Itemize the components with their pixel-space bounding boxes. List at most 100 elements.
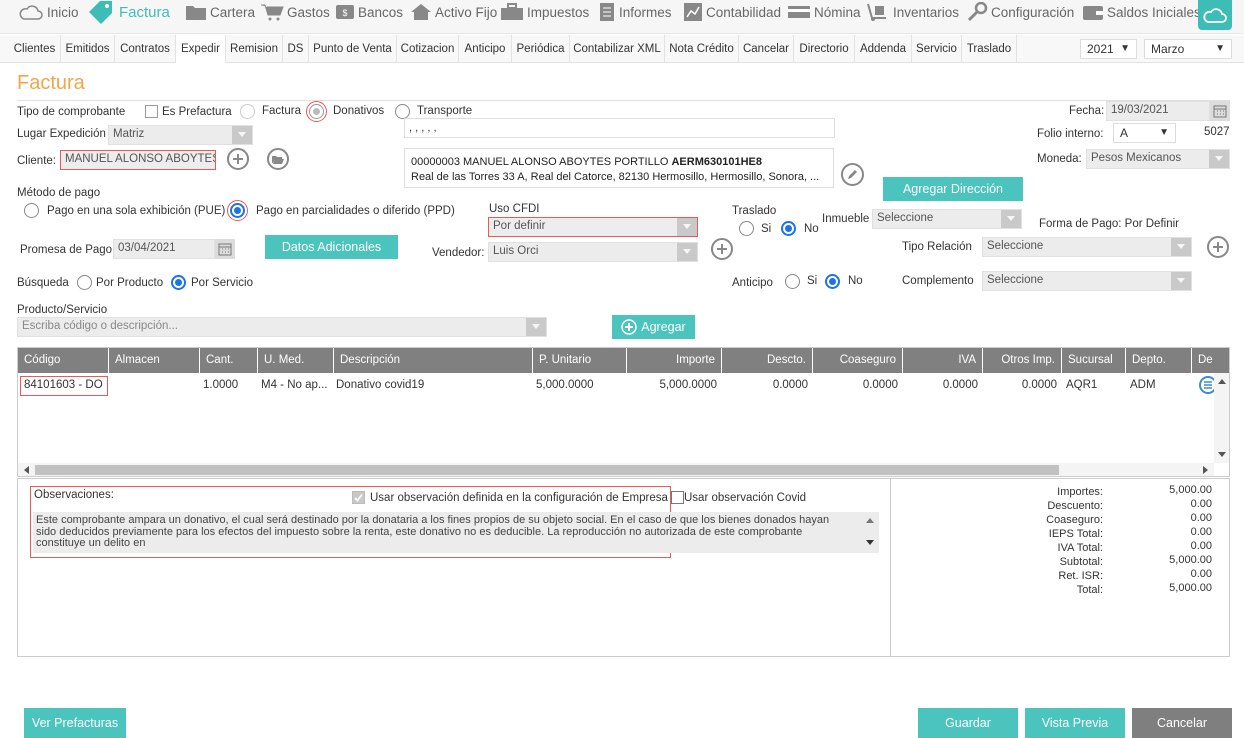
add-relacion-button[interactable] (1207, 236, 1229, 258)
observaciones-textarea[interactable]: Este comprobante ampara un donativo, el … (33, 512, 879, 553)
nav-gastos[interactable]: Gastos (260, 2, 330, 22)
tipo-relacion-select[interactable]: Seleccione (982, 237, 1192, 257)
open-client-button[interactable] (267, 148, 289, 170)
cloud-sync-button[interactable] (1198, 0, 1232, 30)
tab-directorio[interactable]: Directorio (794, 35, 855, 63)
tab-expedir[interactable]: Expedir (176, 35, 226, 63)
por-servicio-label: Por Servicio (191, 277, 253, 289)
col-sucursal[interactable]: Sucursal (1062, 348, 1126, 373)
add-vendedor-button[interactable] (711, 238, 733, 260)
inmueble-select[interactable]: Seleccione (872, 209, 1022, 229)
col-otros-imp[interactable]: Otros Imp. (983, 348, 1062, 373)
scroll-thumb[interactable] (35, 465, 1059, 475)
add-client-button[interactable] (227, 148, 249, 170)
donativos-radio[interactable] (309, 104, 324, 119)
es-prefactura-checkbox[interactable] (145, 105, 158, 118)
moneda-select[interactable]: Pesos Mexicanos (1086, 149, 1230, 169)
por-servicio-radio[interactable] (171, 275, 186, 290)
datos-adicionales-button[interactable]: Datos Adicionales (265, 235, 398, 259)
tab-clientes[interactable]: Clientes (9, 35, 61, 63)
nav-inicio[interactable]: Inicio (18, 2, 79, 22)
nav-factura[interactable]: Factura (86, 1, 170, 24)
usar-empresa-checkbox[interactable] (352, 491, 365, 504)
col-importe[interactable]: Importe (627, 348, 722, 373)
col-cant[interactable]: Cant. (200, 348, 258, 373)
check-icon (354, 493, 363, 502)
row-codigo-cell[interactable]: 84101603 - DO (20, 376, 108, 396)
tab-emitidos[interactable]: Emitidos (61, 35, 115, 63)
grid-vscrollbar[interactable] (1214, 373, 1229, 463)
anticipo-no-radio[interactable] (825, 274, 840, 289)
nav-configuracion[interactable]: Configuración (966, 2, 1074, 22)
tab-nota-credito[interactable]: Nota Crédito (665, 35, 739, 63)
por-producto-radio[interactable] (77, 275, 92, 290)
tab-traslado[interactable]: Traslado (962, 35, 1017, 63)
promesa-pago-input[interactable]: 03/04/2021 (113, 239, 215, 259)
nav-cartera[interactable]: Cartera (185, 2, 255, 22)
tab-cancelar[interactable]: Cancelar (739, 35, 794, 63)
tab-servicio[interactable]: Servicio (912, 35, 962, 63)
col-descto[interactable]: Descto. (722, 348, 813, 373)
list-icon (1204, 381, 1212, 389)
nav-informes[interactable]: Informes (598, 2, 672, 22)
col-umed[interactable]: U. Med. (258, 348, 334, 373)
vendedor-select[interactable]: Luis Orci (488, 242, 698, 262)
col-iva[interactable]: IVA (903, 348, 983, 373)
year-select[interactable]: 2021 ▼ (1080, 39, 1137, 59)
usar-covid-checkbox[interactable] (671, 491, 684, 504)
vista-previa-button[interactable]: Vista Previa (1025, 708, 1125, 738)
nav-saldos-iniciales[interactable]: Saldos Iniciales (1082, 2, 1201, 22)
nav-inventarios[interactable]: Inventarios (866, 2, 959, 22)
factura-radio[interactable] (240, 104, 255, 119)
complemento-select[interactable]: Seleccione (982, 271, 1192, 291)
promesa-pago-label: Promesa de Pago (20, 244, 113, 256)
grid-hscrollbar[interactable] (18, 463, 1214, 476)
edit-client-button[interactable] (841, 163, 864, 186)
lugar-expedicion-select[interactable]: Matriz (108, 125, 253, 145)
cliente-input[interactable]: MANUEL ALONSO ABOYTES PORTILLO (60, 150, 216, 170)
fecha-calendar-button[interactable] (1210, 101, 1230, 121)
col-punitario[interactable]: P. Unitario (533, 348, 627, 373)
col-de[interactable]: De (1192, 348, 1229, 373)
nav-impuestos[interactable]: Impuestos (500, 2, 589, 22)
col-codigo[interactable]: Código (18, 348, 109, 373)
nav-activo-fijo[interactable]: Activo Fijo (410, 2, 497, 22)
tab-anticipo[interactable]: Anticipo (459, 35, 512, 63)
tab-contabilizar-xml[interactable]: Contabilizar XML (570, 35, 665, 63)
agregar-button[interactable]: Agregar (612, 315, 695, 339)
anticipo-si-radio[interactable] (785, 274, 800, 289)
promesa-calendar-button[interactable] (215, 239, 235, 259)
agregar-direccion-button[interactable]: Agregar Dirección (883, 177, 1023, 201)
folio-serie-select[interactable]: A ▼ (1113, 123, 1176, 143)
nav-bancos[interactable]: $ Bancos (335, 2, 403, 22)
traslado-no-radio[interactable] (781, 221, 796, 236)
fecha-input[interactable]: 19/03/2021 (1106, 101, 1210, 121)
tab-punto-de-venta[interactable]: Punto de Venta (309, 35, 397, 63)
tab-periodica[interactable]: Periódica (512, 35, 570, 63)
month-select[interactable]: Marzo ▼ (1144, 39, 1232, 59)
traslado-si-radio[interactable] (739, 221, 754, 236)
address-field[interactable]: , , , , , (404, 118, 835, 138)
tab-cotizacion[interactable]: Cotizacion (397, 35, 459, 63)
ver-prefacturas-button[interactable]: Ver Prefacturas (24, 708, 126, 738)
nav-contabilidad[interactable]: Contabilidad (683, 2, 781, 22)
tab-addenda[interactable]: Addenda (855, 35, 912, 63)
col-descripcion[interactable]: Descripción (334, 348, 533, 373)
nav-nomina[interactable]: Nómina (787, 2, 861, 22)
scroll-down-icon[interactable] (866, 540, 874, 545)
tab-remision[interactable]: Remision (226, 35, 283, 63)
ppd-radio[interactable] (230, 203, 245, 218)
transporte-radio[interactable] (395, 104, 410, 119)
scroll-up-icon[interactable] (866, 518, 874, 523)
col-coaseguro[interactable]: Coaseguro (813, 348, 903, 373)
col-almacen[interactable]: Almacen (109, 348, 200, 373)
tab-ds[interactable]: DS (283, 35, 309, 63)
folio-serie-value: A (1120, 126, 1129, 140)
producto-search-input[interactable]: Escriba código o descripción... (17, 317, 547, 337)
tab-contratos[interactable]: Contratos (115, 35, 176, 63)
guardar-button[interactable]: Guardar (918, 708, 1018, 738)
col-depto[interactable]: Depto. (1126, 348, 1192, 373)
uso-cfdi-select[interactable]: Por definir (488, 217, 698, 237)
pue-radio[interactable] (24, 203, 39, 218)
cancelar-button[interactable]: Cancelar (1132, 708, 1232, 738)
